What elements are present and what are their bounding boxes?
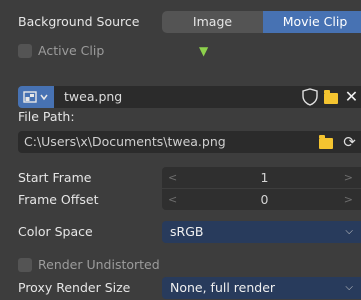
decrement-arrow-icon[interactable]: < <box>168 167 177 188</box>
color-space-dropdown[interactable]: sRGB ⌵ <box>162 221 361 243</box>
active-clip-checkbox[interactable] <box>18 44 32 58</box>
background-source-movie-clip-option[interactable]: Movie Clip <box>263 11 361 33</box>
background-source-image-option[interactable]: Image <box>162 11 263 33</box>
color-space-value: sRGB <box>170 224 204 239</box>
chevron-down-icon: ⌵ <box>345 226 353 237</box>
folder-icon <box>319 135 333 149</box>
proxy-render-size-value: None, full render <box>170 280 276 295</box>
proxy-render-size-dropdown[interactable]: None, full render ⌵ <box>162 277 361 299</box>
frame-offset-value: 0 <box>260 192 269 207</box>
file-path-label-row: File Path: <box>0 105 361 129</box>
triangle-down-icon: ▼ <box>199 44 209 58</box>
browse-file-button[interactable] <box>314 131 338 153</box>
increment-arrow-icon[interactable]: > <box>344 189 353 210</box>
reload-icon: ⟳ <box>343 133 356 151</box>
close-icon: ✕ <box>344 87 359 106</box>
chevron-down-icon: ⌵ <box>345 282 353 293</box>
color-space-label: Color Space <box>18 224 93 239</box>
background-source-label: Background Source <box>18 14 140 29</box>
start-frame-value: 1 <box>260 170 269 185</box>
folder-icon <box>324 90 338 104</box>
frame-offset-row: Frame Offset < 0 > <box>0 188 361 212</box>
proxy-render-size-label: Proxy Render Size <box>18 280 131 295</box>
background-source-row: Background Source Image Movie Clip <box>0 10 361 34</box>
color-space-row: Color Space sRGB ⌵ <box>0 220 361 244</box>
frame-offset-field[interactable]: < 0 > <box>162 189 361 210</box>
frame-offset-label: Frame Offset <box>18 192 99 207</box>
file-path-label: File Path: <box>18 109 75 124</box>
file-path-row: C:\Users\x\Documents\twea.png ⟳ <box>0 130 361 154</box>
start-frame-row: Start Frame < 1 > <box>0 166 361 190</box>
render-undistorted-row: Render Undistorted <box>0 253 361 277</box>
file-path-field[interactable]: C:\Users\x\Documents\twea.png <box>18 131 314 153</box>
start-frame-field[interactable]: < 1 > <box>162 167 361 188</box>
active-clip-label: Active Clip <box>38 43 105 58</box>
render-undistorted-label: Render Undistorted <box>38 257 160 272</box>
decrement-arrow-icon[interactable]: < <box>168 189 177 210</box>
increment-arrow-icon[interactable]: > <box>344 167 353 188</box>
render-undistorted-checkbox[interactable] <box>18 258 32 272</box>
proxy-render-size-row: Proxy Render Size None, full render ⌵ <box>0 276 361 300</box>
reload-button[interactable]: ⟳ <box>338 131 361 153</box>
active-clip-row: Active Clip ▼ <box>0 39 361 63</box>
start-frame-label: Start Frame <box>18 170 92 185</box>
